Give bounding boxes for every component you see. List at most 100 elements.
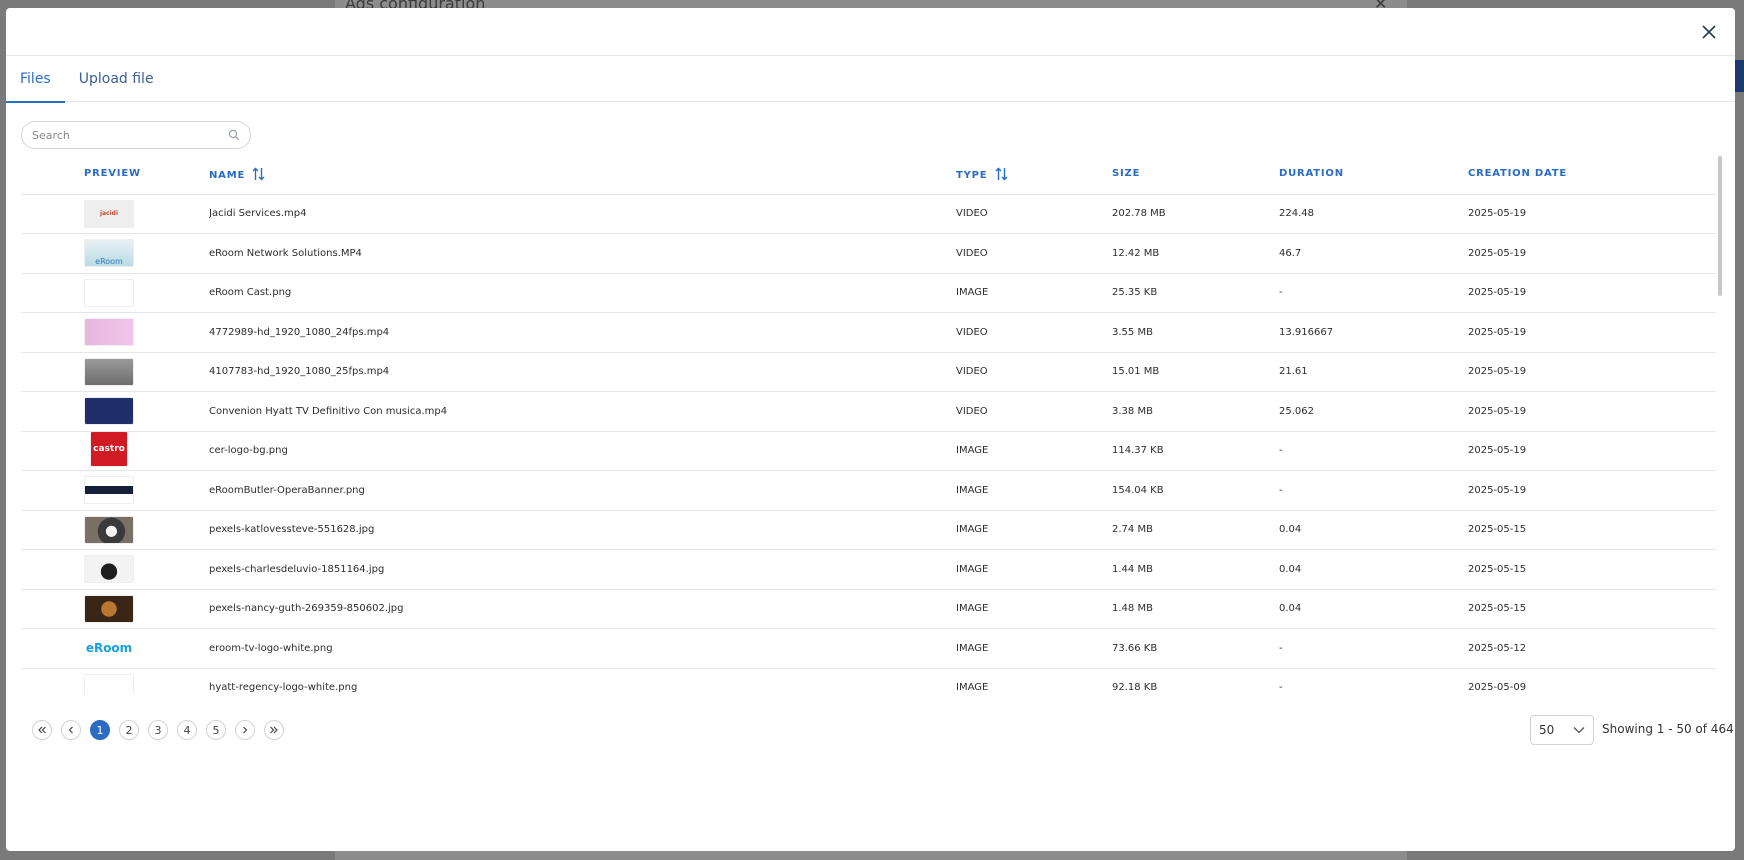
file-name-cell[interactable]: pexels-katlovessteve-551628.jpg — [209, 510, 956, 550]
row-select-cell — [21, 668, 84, 694]
preview-cell — [84, 589, 209, 629]
tab-upload-file[interactable]: Upload file — [65, 56, 168, 102]
file-preview-thumbnail: eRoom — [84, 634, 134, 663]
select-column-header — [21, 154, 84, 195]
file-size-cell: 202.78 MB — [1112, 194, 1279, 234]
file-duration-cell: 0.04 — [1279, 589, 1468, 629]
preview-cell: jacidi — [84, 194, 209, 234]
file-type-cell: IMAGE — [956, 510, 1112, 550]
first-page-button[interactable] — [32, 720, 52, 740]
close-button[interactable] — [1697, 20, 1721, 44]
page-button-4[interactable]: 4 — [177, 720, 197, 740]
double-chevron-left-icon — [38, 726, 46, 734]
file-creation-date-cell: 2025-05-15 — [1468, 549, 1716, 590]
file-creation-date-cell: 2025-05-19 — [1468, 273, 1716, 313]
file-size-cell: 3.55 MB — [1112, 312, 1279, 353]
row-select-cell — [21, 352, 84, 392]
file-duration-cell: - — [1279, 431, 1468, 471]
row-select-cell — [21, 628, 84, 669]
table-row[interactable]: jacidi Jacidi Services.mp4 VIDEO 202.78 MB 2… — [21, 194, 1716, 234]
file-name-cell[interactable]: Convenion Hyatt TV Definitivo Con musica… — [209, 391, 956, 432]
preview-cell: eRoom — [84, 233, 209, 274]
file-name-cell[interactable]: 4107783-hd_1920_1080_25fps.mp4 — [209, 352, 956, 392]
file-preview-thumbnail — [84, 476, 134, 505]
file-preview-thumbnail — [84, 397, 134, 426]
table-row[interactable]: pexels-katlovessteve-551628.jpg IMAGE 2.74… — [21, 510, 1716, 550]
table-row[interactable]: Convenion Hyatt TV Definitivo Con musica… — [21, 391, 1716, 432]
file-type-cell: VIDEO — [956, 194, 1112, 234]
double-chevron-right-icon — [270, 726, 278, 734]
file-duration-cell: 13.916667 — [1279, 312, 1468, 353]
file-type-cell: IMAGE — [956, 431, 1112, 471]
sort-icon[interactable] — [252, 167, 265, 181]
table-scrollbar[interactable] — [1718, 156, 1722, 296]
file-creation-date-cell: 2025-05-15 — [1468, 589, 1716, 629]
row-select-cell — [21, 391, 84, 432]
file-creation-date-cell: 2025-05-19 — [1468, 391, 1716, 432]
row-select-cell — [21, 510, 84, 550]
file-name-cell[interactable]: eroom-tv-logo-white.png — [209, 628, 956, 669]
file-type-cell: VIDEO — [956, 391, 1112, 432]
table-row[interactable]: eRoom eRoom Network Solutions.MP4 VIDEO 12.… — [21, 233, 1716, 274]
file-preview-thumbnail — [84, 318, 134, 347]
file-creation-date-cell: 2025-05-15 — [1468, 510, 1716, 550]
page-button-3[interactable]: 3 — [148, 720, 168, 740]
file-type-cell: IMAGE — [956, 273, 1112, 313]
column-header-type[interactable]: TYPE — [956, 154, 1112, 195]
table-row[interactable]: 4107783-hd_1920_1080_25fps.mp4 VIDEO 15.01… — [21, 352, 1716, 392]
last-page-button[interactable] — [264, 720, 284, 740]
table-row[interactable]: hyatt-regency-logo-white.png IMAGE 92.18 K… — [21, 668, 1716, 694]
table-row[interactable]: eRoom eroom-tv-logo-white.png IMAGE 73.66 K… — [21, 628, 1716, 669]
previous-page-button[interactable] — [61, 720, 81, 740]
table-row[interactable]: eRoom Cast.png IMAGE 25.35 KB -2025-05-19 — [21, 273, 1716, 313]
file-name-cell[interactable]: cer-logo-bg.png — [209, 431, 956, 471]
chevron-right-icon — [243, 726, 248, 734]
table-row[interactable]: 4772989-hd_1920_1080_24fps.mp4 VIDEO 3.55 … — [21, 312, 1716, 353]
row-select-cell — [21, 233, 84, 274]
search-icon[interactable] — [228, 129, 240, 141]
chevron-left-icon — [68, 726, 73, 734]
table-row[interactable]: pexels-nancy-guth-269359-850602.jpg IMAGE… — [21, 589, 1716, 629]
page-button-2[interactable]: 2 — [119, 720, 139, 740]
search-input[interactable] — [32, 128, 228, 142]
file-name-cell[interactable]: pexels-charlesdeluvio-1851164.jpg — [209, 549, 956, 590]
row-select-cell — [21, 470, 84, 511]
page-button-1[interactable]: 1 — [90, 720, 110, 740]
file-name-cell[interactable]: eRoom Network Solutions.MP4 — [209, 233, 956, 274]
table-row[interactable]: pexels-charlesdeluvio-1851164.jpg IMAGE 1.… — [21, 549, 1716, 590]
column-header-size: SIZE — [1112, 154, 1279, 195]
file-size-cell: 25.35 KB — [1112, 273, 1279, 313]
page-size-value: 50 — [1539, 723, 1555, 737]
file-duration-cell: 46.7 — [1279, 233, 1468, 274]
preview-cell — [84, 391, 209, 432]
file-name-cell[interactable]: Jacidi Services.mp4 — [209, 194, 956, 234]
row-select-cell — [21, 273, 84, 313]
file-size-cell: 1.44 MB — [1112, 549, 1279, 590]
table-row[interactable]: eRoomButler-OperaBanner.png IMAGE 154.04 K… — [21, 470, 1716, 511]
file-size-cell: 3.38 MB — [1112, 391, 1279, 432]
file-size-cell: 154.04 KB — [1112, 470, 1279, 511]
file-type-cell: VIDEO — [956, 352, 1112, 392]
file-size-cell: 73.66 KB — [1112, 628, 1279, 669]
file-preview-thumbnail — [84, 357, 134, 386]
file-duration-cell: 0.04 — [1279, 510, 1468, 550]
preview-cell — [84, 510, 209, 550]
table-row[interactable]: castro cer-logo-bg.png IMAGE 114.37 KB -2025… — [21, 431, 1716, 471]
file-creation-date-cell: 2025-05-19 — [1468, 431, 1716, 471]
file-name-cell[interactable]: pexels-nancy-guth-269359-850602.jpg — [209, 589, 956, 629]
file-name-cell[interactable]: eRoomButler-OperaBanner.png — [209, 470, 956, 511]
file-creation-date-cell: 2025-05-19 — [1468, 194, 1716, 234]
file-size-cell: 1.48 MB — [1112, 589, 1279, 629]
file-size-cell: 12.42 MB — [1112, 233, 1279, 274]
chevron-down-icon — [1573, 727, 1585, 734]
sort-icon[interactable] — [995, 167, 1008, 181]
page-button-5[interactable]: 5 — [206, 720, 226, 740]
file-name-cell[interactable]: eRoom Cast.png — [209, 273, 956, 313]
file-size-cell: 114.37 KB — [1112, 431, 1279, 471]
next-page-button[interactable] — [235, 720, 255, 740]
tab-files[interactable]: Files — [6, 56, 65, 103]
file-name-cell[interactable]: hyatt-regency-logo-white.png — [209, 668, 956, 694]
file-name-cell[interactable]: 4772989-hd_1920_1080_24fps.mp4 — [209, 312, 956, 353]
page-size-select[interactable]: 50 — [1530, 715, 1594, 745]
column-header-name[interactable]: NAME — [209, 154, 956, 195]
